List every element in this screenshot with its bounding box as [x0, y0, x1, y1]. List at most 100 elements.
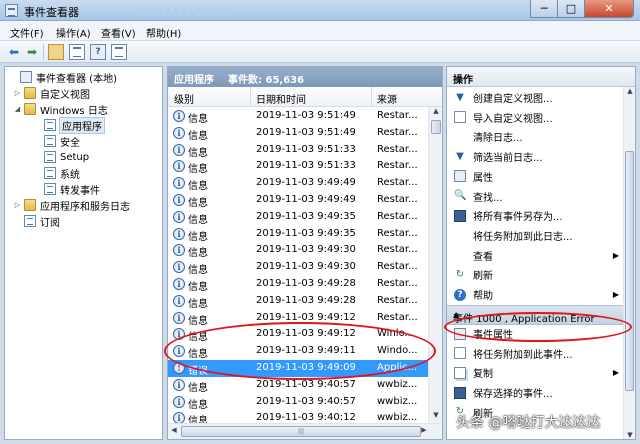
event-row[interactable]: i 信息 2019-11-03 9:49:49 Restar...: [168, 175, 430, 192]
action-item[interactable]: 事件属性: [447, 324, 625, 343]
event-row[interactable]: i 信息 2019-11-03 9:51:49 Restar...: [168, 108, 430, 125]
action-item[interactable]: 将所有事件另存为...: [447, 206, 625, 225]
column-divider[interactable]: [371, 87, 372, 107]
expand-arrow-icon[interactable]: ◢: [13, 105, 22, 113]
tree-application[interactable]: 应用程序: [33, 116, 105, 134]
vertical-scrollbar[interactable]: ▲ ▼: [428, 107, 442, 423]
tree-custom-views[interactable]: ▷ 自定义视图: [13, 85, 90, 101]
action-label: 查看: [473, 251, 493, 263]
event-datetime: 2019-11-03 9:49:28: [256, 294, 356, 306]
expand-arrow-icon[interactable]: ▷: [13, 201, 22, 209]
scroll-down-arrow-icon[interactable]: ▼: [624, 431, 635, 439]
scroll-up-arrow-icon[interactable]: ▲: [429, 107, 442, 119]
column-datetime[interactable]: 日期和时间: [256, 91, 306, 106]
action-label: 导入自定义视图...: [473, 113, 553, 125]
event-row[interactable]: i 信息 2019-11-03 9:49:12 Restar...: [168, 310, 430, 327]
event-level: 信息: [188, 399, 208, 411]
menu-file[interactable]: 文件(F): [10, 25, 44, 40]
action-item[interactable]: 将任务附加到此日志...: [447, 226, 625, 245]
action-item[interactable]: ? 帮助 ▶: [447, 285, 625, 304]
forward-arrow-icon[interactable]: ➡: [24, 44, 40, 60]
event-row[interactable]: i 信息 2019-11-03 9:51:33 Restar...: [168, 158, 430, 175]
expand-arrow-icon[interactable]: ▷: [13, 89, 22, 97]
tree-setup[interactable]: Setup: [33, 149, 89, 165]
tree-security[interactable]: 安全: [33, 133, 80, 149]
action-item[interactable]: 保存选择的事件...: [447, 383, 625, 402]
maximize-button[interactable]: □: [557, 0, 585, 18]
close-button[interactable]: ✕: [584, 0, 634, 18]
event-level: 信息: [188, 382, 208, 394]
event-level: 信息: [188, 332, 208, 344]
event-source: Winlo...: [377, 328, 415, 340]
event-actions-header[interactable]: 事件 1000 , Application Error ▲: [447, 305, 625, 325]
tree-forwarded-events[interactable]: 转发事件: [33, 181, 100, 197]
action-item[interactable]: 将任务附加到此事件...: [447, 344, 625, 363]
column-source[interactable]: 来源: [377, 91, 397, 106]
menu-help[interactable]: 帮助(H): [146, 25, 181, 40]
action-item[interactable]: 🔍 查找...: [447, 187, 625, 206]
menu-bar: 文件(F) 操作(A) 查看(V) 帮助(H): [0, 21, 640, 41]
event-source: Windo...: [377, 345, 418, 357]
help-icon[interactable]: ?: [90, 44, 106, 60]
event-row[interactable]: i 信息 2019-11-03 9:49:35 Restar...: [168, 226, 430, 243]
event-log-icon[interactable]: [111, 44, 127, 60]
info-level-icon: i: [173, 378, 185, 391]
event-datetime: 2019-11-03 9:49:35: [256, 210, 356, 222]
scroll-thumb[interactable]: [431, 120, 441, 134]
action-item[interactable]: 导入自定义视图...: [447, 108, 625, 127]
event-row[interactable]: i 信息 2019-11-03 9:49:28 Restar...: [168, 293, 430, 310]
action-item[interactable]: 复制 ▶: [447, 363, 625, 382]
event-row[interactable]: i 信息 2019-11-03 9:49:35 Restar...: [168, 209, 430, 226]
event-datetime: 2019-11-03 9:49:35: [256, 227, 356, 239]
event-level: 信息: [188, 181, 208, 193]
tree-subscriptions[interactable]: 订阅: [13, 213, 60, 229]
scroll-right-arrow-icon[interactable]: ▶: [418, 426, 430, 434]
column-level[interactable]: 级别: [174, 91, 194, 106]
event-row[interactable]: i 信息 2019-11-03 9:51:33 Restar...: [168, 142, 430, 159]
tree-apps-services-logs[interactable]: ▷ 应用程序和服务日志: [13, 197, 130, 213]
action-item[interactable]: 查看 ▶: [447, 246, 625, 265]
event-row[interactable]: i 信息 2019-11-03 9:49:28 Restar...: [168, 276, 430, 293]
event-row[interactable]: i 信息 2019-11-03 9:49:49 Restar...: [168, 192, 430, 209]
event-row[interactable]: ! 错误 2019-11-03 9:49:09 Applic...: [168, 360, 430, 377]
show-tree-icon[interactable]: [69, 44, 85, 60]
up-folder-icon[interactable]: [48, 44, 64, 60]
event-source: Restar...: [377, 160, 418, 172]
event-row[interactable]: i 信息 2019-11-03 9:49:30 Restar...: [168, 242, 430, 259]
collapse-arrow-icon[interactable]: ▲: [453, 310, 619, 319]
event-row[interactable]: i 信息 2019-11-03 9:40:57 wwbiz...: [168, 377, 430, 394]
event-level: 信息: [188, 147, 208, 159]
tree-windows-logs[interactable]: ◢ Windows 日志: [13, 101, 108, 117]
watermark: 头条 @嗒哒打大达达达: [456, 415, 601, 431]
event-row[interactable]: i 信息 2019-11-03 9:49:30 Restar...: [168, 259, 430, 276]
event-row[interactable]: i 信息 2019-11-03 9:51:49 Restar...: [168, 125, 430, 142]
menu-view[interactable]: 查看(V): [101, 25, 136, 40]
attach-task-icon: [454, 347, 466, 360]
horizontal-scrollbar[interactable]: ◀ ||| ▶: [168, 423, 442, 439]
menu-action[interactable]: 操作(A): [56, 25, 91, 40]
scroll-down-arrow-icon[interactable]: ▼: [429, 411, 442, 423]
event-row[interactable]: i 信息 2019-11-03 9:49:12 Winlo...: [168, 326, 430, 343]
minimize-button[interactable]: ─: [530, 0, 558, 18]
log-icon: [44, 167, 56, 179]
action-item[interactable]: 属性: [447, 167, 625, 186]
action-item[interactable]: ▼ 创建自定义视图...: [447, 88, 625, 107]
scroll-up-arrow-icon[interactable]: ▲: [624, 87, 635, 95]
action-item[interactable]: ↻ 刷新: [447, 265, 625, 284]
event-datetime: 2019-11-03 9:49:09: [256, 362, 356, 373]
event-row[interactable]: i 信息 2019-11-03 9:49:11 Windo...: [168, 343, 430, 360]
column-divider[interactable]: [250, 87, 251, 107]
action-label: 创建自定义视图...: [473, 94, 553, 105]
action-item[interactable]: 清除日志...: [447, 127, 625, 146]
event-datetime: 2019-11-03 9:49:49: [256, 194, 356, 205]
event-list-pane: 应用程序 事件数: 65,636 级别 日期和时间 来源 i 信息 2019-11-…: [167, 66, 443, 440]
tree-system[interactable]: 系统: [33, 165, 80, 181]
back-arrow-icon[interactable]: ⬅: [6, 44, 22, 60]
scroll-left-arrow-icon[interactable]: ◀: [168, 426, 180, 434]
action-item[interactable]: ▼ 筛选当前日志...: [447, 147, 625, 166]
event-row[interactable]: i 信息 2019-11-03 9:40:57 wwbiz...: [168, 394, 430, 411]
scroll-thumb[interactable]: [625, 151, 634, 391]
tree-root-local[interactable]: 事件查看器 (本地): [9, 69, 117, 85]
hscroll-thumb[interactable]: |||: [181, 426, 421, 437]
actions-scrollbar[interactable]: ▲ ▼: [623, 87, 635, 439]
